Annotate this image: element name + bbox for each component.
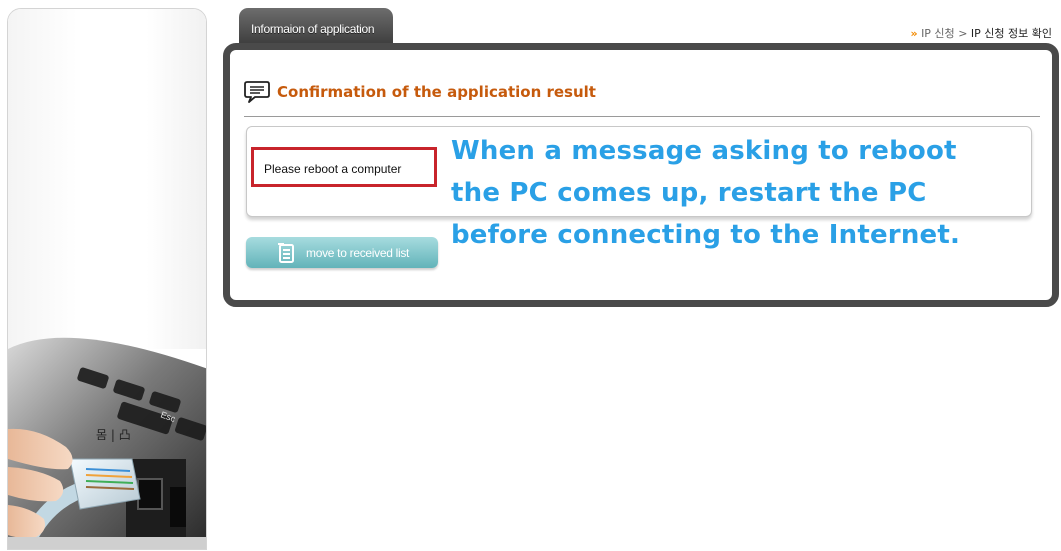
laptop-network-cable-photo: Esc 몸 | 凸 — [8, 337, 206, 541]
tab-label: Informaion of application — [251, 22, 375, 36]
reboot-instruction-annotation: When a message asking to reboot the PC c… — [451, 130, 960, 256]
section-header: Confirmation of the application result — [244, 80, 596, 104]
section-title: Confirmation of the application result — [277, 83, 596, 101]
banner-footer — [8, 537, 206, 549]
move-to-received-list-button[interactable]: move to received list — [246, 237, 438, 268]
tab-information-of-application[interactable]: Informaion of application — [239, 8, 393, 44]
annotation-line-3: before connecting to the Internet. — [451, 220, 961, 250]
breadcrumb-item-ip-application[interactable]: IP 신청 — [921, 27, 955, 40]
svg-text:몸 | 凸: 몸 | 凸 — [96, 428, 131, 442]
speech-bubble-icon — [244, 81, 270, 103]
main-content-frame: Confirmation of the application result P… — [223, 43, 1059, 307]
left-banner: Esc 몸 | 凸 — [7, 8, 207, 550]
annotation-line-1: When a message asking to reboot — [451, 136, 957, 166]
breadcrumb-item-current: IP 신청 정보 확인 — [970, 27, 1052, 40]
breadcrumb-arrow-icon: » — [910, 27, 918, 40]
list-icon — [278, 242, 294, 263]
annotation-line-2: the PC comes up, restart the PC — [451, 178, 927, 208]
reboot-message: Please reboot a computer — [251, 147, 437, 187]
title-divider — [244, 116, 1040, 117]
banner-background — [8, 9, 206, 349]
button-label: move to received list — [306, 245, 410, 260]
breadcrumb: » IP 신청 > IP 신청 정보 확인 — [910, 25, 1052, 41]
breadcrumb-separator: > — [958, 27, 968, 40]
